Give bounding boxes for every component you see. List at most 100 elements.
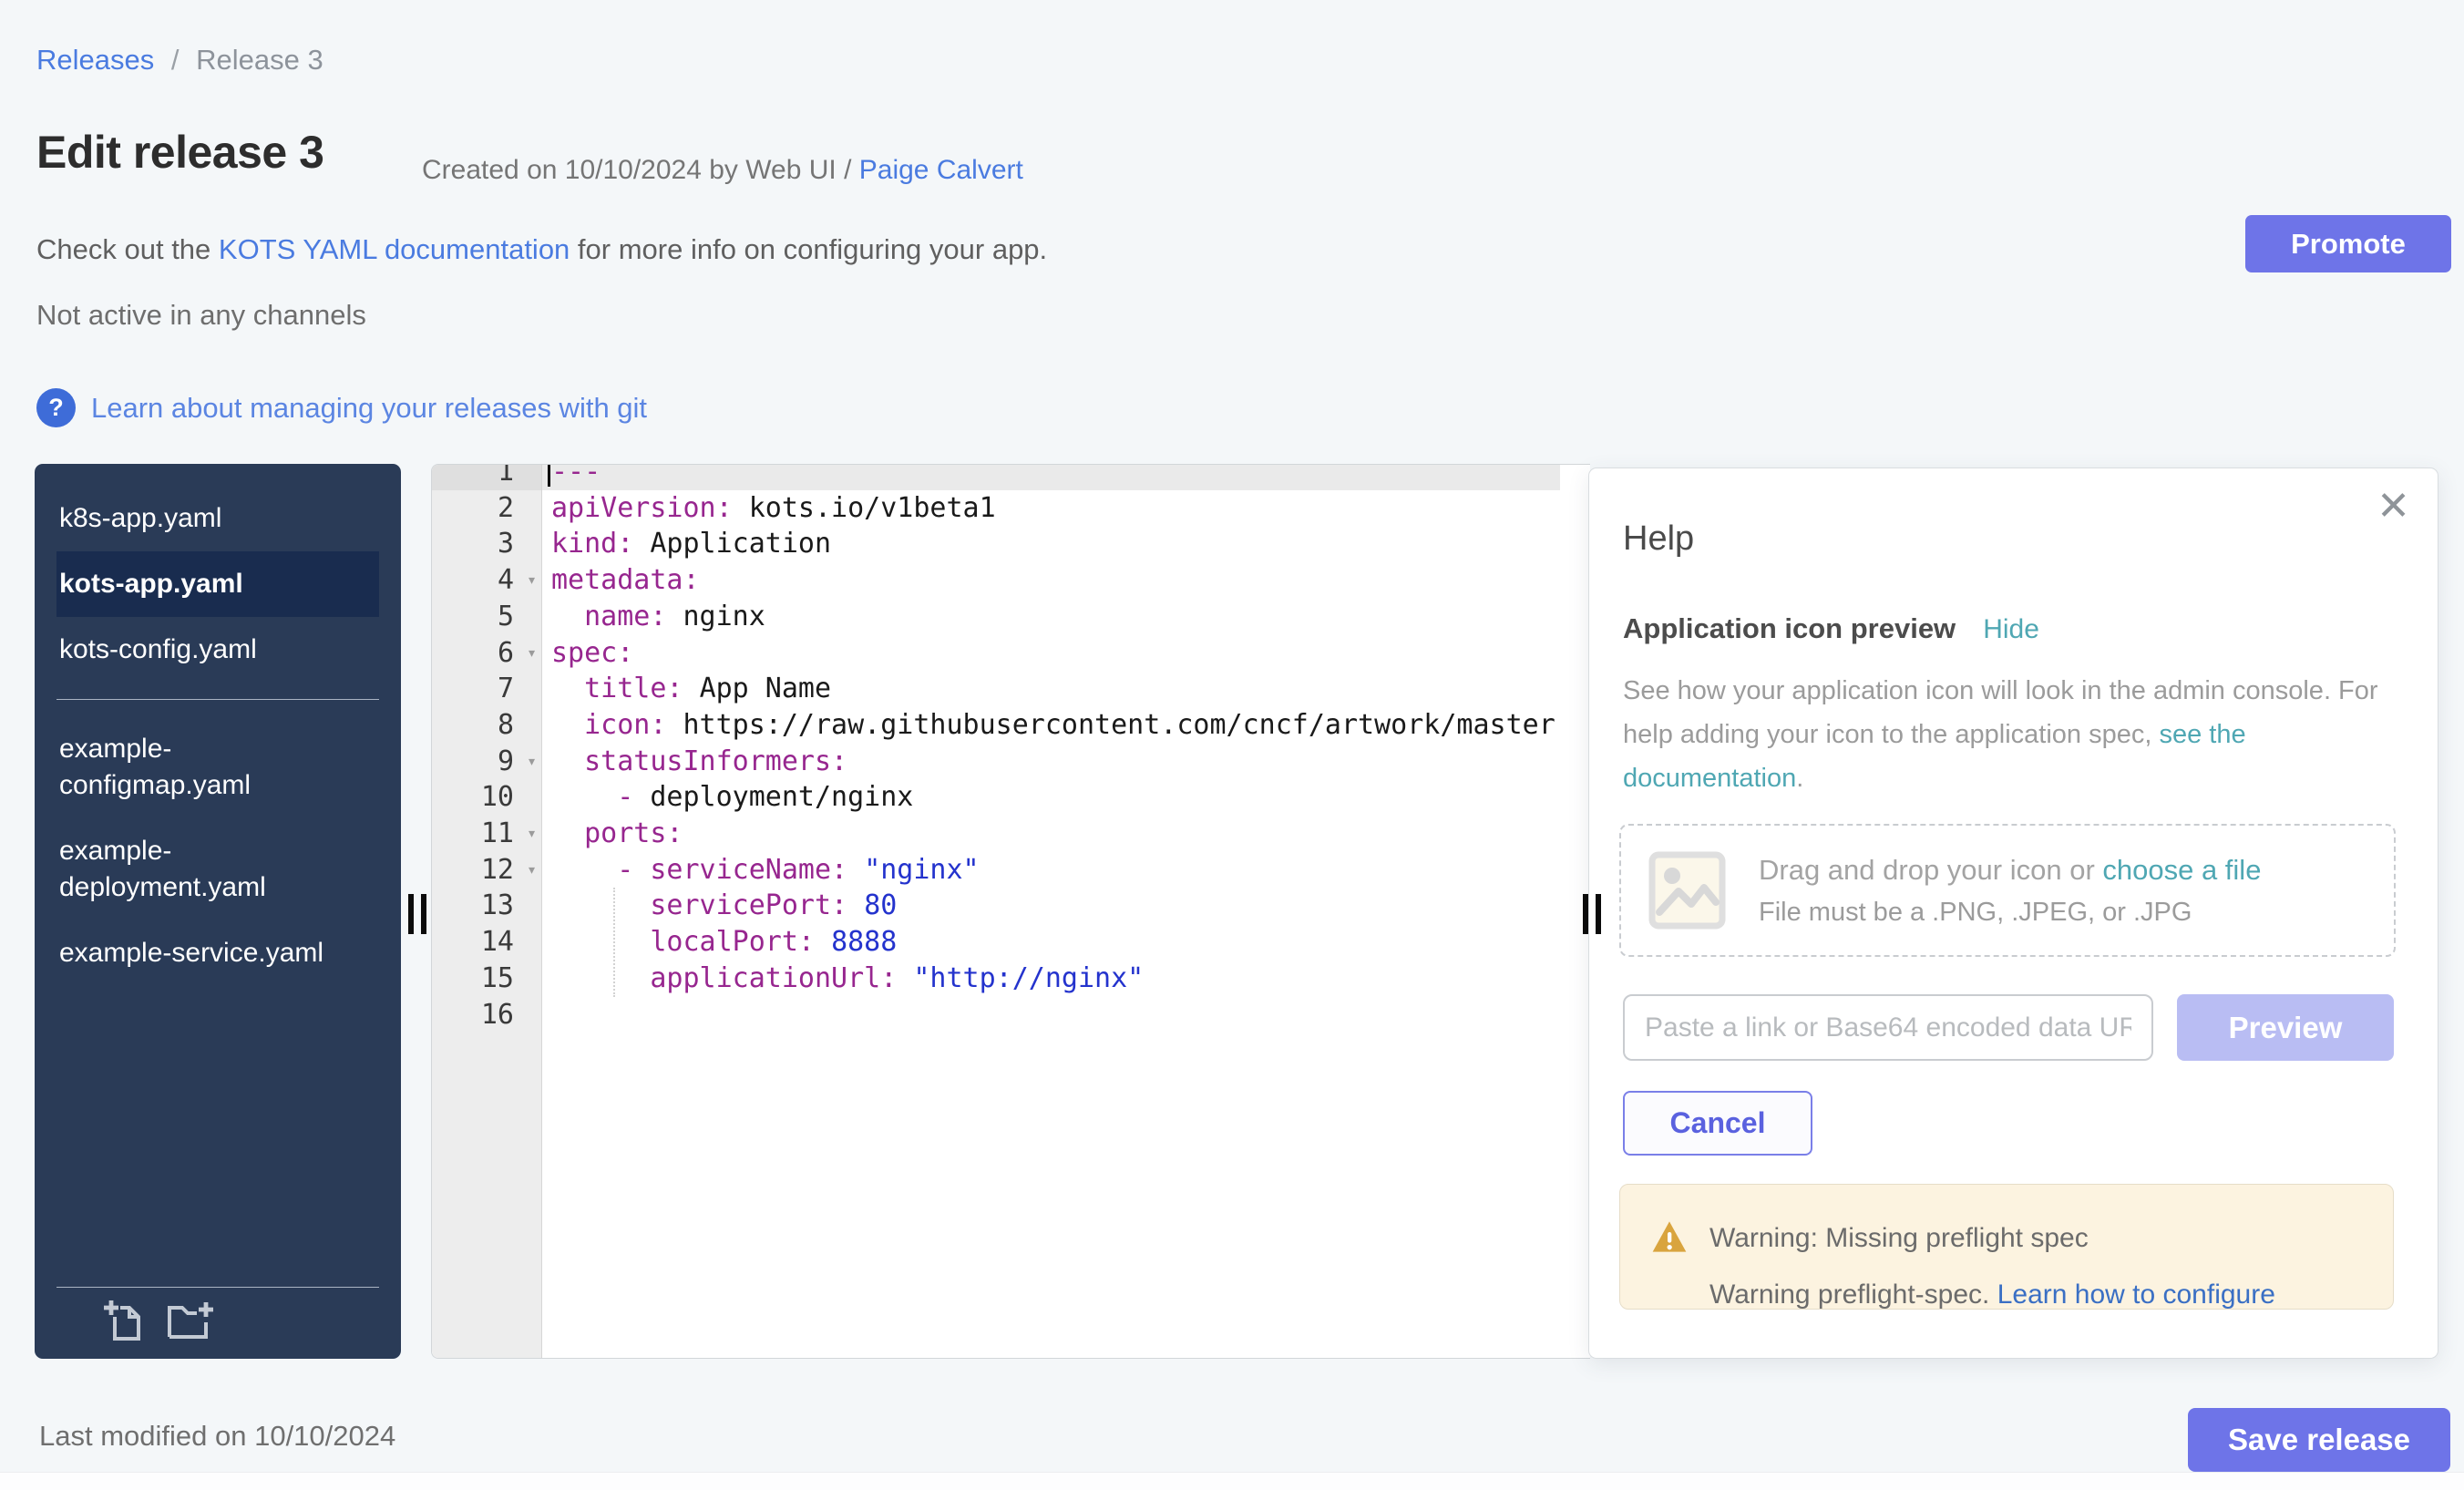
gutter-line-3: 3 xyxy=(432,526,541,562)
drag-drop-text: Drag and drop your icon or xyxy=(1759,854,2102,886)
code-line-6[interactable]: spec: xyxy=(542,635,633,672)
code-line-4[interactable]: metadata: xyxy=(542,562,700,599)
choose-file-link[interactable]: choose a file xyxy=(2102,854,2261,886)
yaml-editor[interactable]: 1234▾56▾789▾1011▾12▾13141516 ---apiVersi… xyxy=(431,464,1590,1359)
code-line-7[interactable]: title: App Name xyxy=(542,671,831,707)
promote-button[interactable]: Promote xyxy=(2245,215,2451,272)
add-file-icon[interactable] xyxy=(104,1299,144,1342)
gutter-line-12: 12▾ xyxy=(432,852,541,889)
warning-detail-text: Warning preflight-spec. xyxy=(1709,1279,1997,1310)
docs-hint-suffix: for more info on configuring your app. xyxy=(570,233,1047,265)
file-tree-item-kots-app.yaml[interactable]: kots-app.yaml xyxy=(56,551,379,617)
fold-arrow-icon[interactable]: ▾ xyxy=(527,754,537,770)
breadcrumb: Releases / Release 3 xyxy=(36,44,323,77)
hide-link[interactable]: Hide xyxy=(1983,614,2039,645)
code-line-9[interactable]: statusInformers: xyxy=(542,744,847,780)
help-panel-title: Help xyxy=(1623,519,1694,559)
file-tree-item-example-configmap.yaml[interactable]: example-configmap.yaml xyxy=(56,716,379,818)
editor-code-area[interactable]: ---apiVersion: kots.io/v1beta1kind: Appl… xyxy=(542,465,1590,1358)
description-text: See how your application icon will look … xyxy=(1623,676,2378,749)
code-line-5[interactable]: name: nginx xyxy=(542,599,765,635)
file-tree-item-k8s-app.yaml[interactable]: k8s-app.yaml xyxy=(56,486,379,551)
gutter-line-1: 1 xyxy=(432,464,541,490)
icon-preview-title: Application icon preview xyxy=(1623,612,1956,645)
learn-configure-link[interactable]: Learn how to configure xyxy=(1997,1279,2275,1310)
created-line: Created on 10/10/2024 by Web UI / Paige … xyxy=(422,155,1023,186)
question-mark-icon: ? xyxy=(36,388,76,427)
file-label: kots-app.yaml xyxy=(59,566,243,602)
bottom-strip xyxy=(0,1472,2464,1490)
icon-preview-description: See how your application icon will look … xyxy=(1623,669,2385,800)
gutter-line-10: 10 xyxy=(432,779,541,816)
breadcrumb-current: Release 3 xyxy=(196,44,323,76)
file-tree-divider xyxy=(56,699,379,700)
code-line-2[interactable]: apiVersion: kots.io/v1beta1 xyxy=(542,490,996,527)
gutter-line-13: 13 xyxy=(432,888,541,924)
close-icon[interactable]: ✕ xyxy=(2377,487,2410,527)
sidebar-divider xyxy=(56,1287,379,1288)
file-label: example-configmap.yaml xyxy=(59,731,353,804)
icon-url-input[interactable] xyxy=(1623,994,2153,1061)
file-tree-item-kots-config.yaml[interactable]: kots-config.yaml xyxy=(56,617,379,683)
docs-hint-prefix: Check out the xyxy=(36,233,219,265)
fold-arrow-icon[interactable]: ▾ xyxy=(527,862,537,879)
code-line-16[interactable] xyxy=(542,997,551,1033)
fold-arrow-icon[interactable]: ▾ xyxy=(527,645,537,662)
file-tree-item-example-deployment.yaml[interactable]: example-deployment.yaml xyxy=(56,818,379,920)
code-line-8[interactable]: icon: https://raw.githubusercontent.com/… xyxy=(542,707,1555,744)
preflight-warning-box: Warning: Missing preflight spec Warning … xyxy=(1619,1184,2394,1310)
file-label: example-service.yaml xyxy=(59,935,323,971)
file-label: k8s-app.yaml xyxy=(59,500,221,537)
preview-button[interactable]: Preview xyxy=(2177,994,2394,1061)
page-title: Edit release 3 xyxy=(36,126,323,179)
editor-gutter: 1234▾56▾789▾1011▾12▾13141516 xyxy=(432,465,542,1358)
gutter-line-4: 4▾ xyxy=(432,562,541,599)
warning-title: Warning: Missing preflight spec xyxy=(1709,1223,2089,1254)
breadcrumb-separator: / xyxy=(171,44,180,76)
gutter-line-16: 16 xyxy=(432,997,541,1033)
code-line-3[interactable]: kind: Application xyxy=(542,526,831,562)
file-tree-sidebar: k8s-app.yaml kots-app.yaml kots-config.yam… xyxy=(35,464,401,1359)
code-line-1[interactable]: --- xyxy=(542,464,1560,490)
fold-arrow-icon[interactable]: ▾ xyxy=(527,826,537,842)
icon-preview-section-header: Application icon preview Hide xyxy=(1623,612,2039,645)
channel-status: Not active in any channels xyxy=(36,299,366,332)
code-line-12[interactable]: - serviceName: "nginx" xyxy=(542,852,980,889)
sidebar-resize-handle[interactable] xyxy=(408,894,426,934)
add-folder-icon[interactable] xyxy=(168,1299,215,1341)
gutter-line-15: 15 xyxy=(432,961,541,997)
gutter-line-2: 2 xyxy=(432,490,541,527)
fold-arrow-icon[interactable]: ▾ xyxy=(527,572,537,589)
gutter-line-9: 9▾ xyxy=(432,744,541,780)
gutter-line-5: 5 xyxy=(432,599,541,635)
created-text: Created on 10/10/2024 by Web UI / xyxy=(422,155,851,185)
cancel-button[interactable]: Cancel xyxy=(1623,1091,1812,1156)
gutter-line-6: 6▾ xyxy=(432,635,541,672)
save-release-button[interactable]: Save release xyxy=(2188,1408,2450,1472)
gutter-line-14: 14 xyxy=(432,924,541,961)
code-line-14[interactable]: localPort: 8888 xyxy=(542,924,897,961)
file-type-rule: File must be a .PNG, .JPEG, or .JPG xyxy=(1759,898,2261,928)
file-tree-item-example-service.yaml[interactable]: example-service.yaml xyxy=(56,920,379,986)
last-modified-text: Last modified on 10/10/2024 xyxy=(39,1420,395,1453)
breadcrumb-releases-link[interactable]: Releases xyxy=(36,44,154,76)
code-line-13[interactable]: servicePort: 80 xyxy=(542,888,897,924)
code-line-11[interactable]: ports: xyxy=(542,816,683,852)
git-help-row[interactable]: ? Learn about managing your releases wit… xyxy=(36,388,647,427)
description-suffix: . xyxy=(1796,764,1803,793)
code-line-15[interactable]: applicationUrl: "http://nginx" xyxy=(542,961,1144,997)
warning-detail: Warning preflight-spec. Learn how to con… xyxy=(1709,1279,2275,1310)
git-help-link[interactable]: Learn about managing your releases with … xyxy=(91,392,647,425)
file-tree: k8s-app.yaml kots-app.yaml kots-config.yam… xyxy=(35,464,401,986)
kots-yaml-docs-link[interactable]: KOTS YAML documentation xyxy=(219,233,570,265)
gutter-line-7: 7 xyxy=(432,671,541,707)
code-line-10[interactable]: - deployment/nginx xyxy=(542,779,913,816)
icon-dropzone[interactable]: Drag and drop your icon or choose a file… xyxy=(1619,824,2396,957)
gutter-line-8: 8 xyxy=(432,707,541,744)
file-label: example-deployment.yaml xyxy=(59,833,353,906)
help-panel-resize-handle[interactable] xyxy=(1583,894,1601,934)
file-label: kots-config.yaml xyxy=(59,632,257,668)
docs-hint-line: Check out the KOTS YAML documentation fo… xyxy=(36,233,1047,266)
text-cursor xyxy=(548,464,550,487)
created-author-link[interactable]: Paige Calvert xyxy=(859,155,1023,185)
